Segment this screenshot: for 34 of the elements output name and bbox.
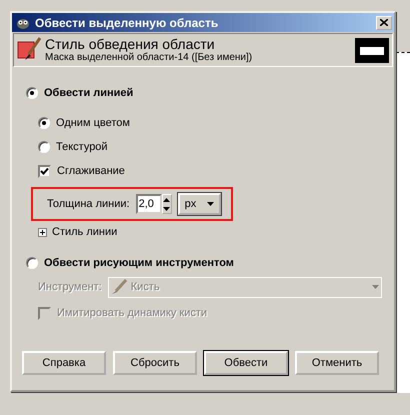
close-icon <box>380 19 388 26</box>
header-subtitle: Маска выделенной области-14 ([Без имени]) <box>45 52 254 64</box>
tool-label: Инструмент: <box>38 281 102 293</box>
line-style-expander[interactable]: Стиль линии <box>38 226 118 238</box>
spin-arrows[interactable] <box>162 194 172 214</box>
line-width-label: Толщина линии: <box>47 198 130 210</box>
radio-button[interactable] <box>38 141 50 153</box>
dialog-button[interactable]: Справка <box>22 351 106 375</box>
unit-dropdown[interactable]: px <box>178 193 221 215</box>
plus-icon <box>38 228 47 236</box>
header-title: Стиль обведения области <box>45 36 216 52</box>
radio-button[interactable] <box>38 117 50 129</box>
brush-icon <box>110 279 127 295</box>
radio-label: Обвести рисующим инструментом <box>44 257 234 269</box>
up-arrow-icon <box>163 198 170 202</box>
radio-button[interactable] <box>26 257 38 269</box>
selection-preview-icon <box>355 38 389 62</box>
dialog-button[interactable]: Обвести <box>204 351 288 375</box>
checkbox-label: Сглаживание <box>57 165 125 177</box>
radio-label: Одним цветом <box>56 117 130 129</box>
caret-icon <box>372 285 379 289</box>
caret-icon <box>206 202 214 206</box>
line-width-field[interactable]: 2,0 <box>136 194 162 214</box>
down-arrow-icon <box>163 206 170 210</box>
radio-label: Обвести линией <box>44 87 134 99</box>
window-title: Обвести выделенную область <box>35 16 220 30</box>
checkbox-label: Имитировать динамику кисти <box>57 307 208 319</box>
close-button[interactable] <box>376 16 392 30</box>
radio-label: Текстурой <box>56 141 108 153</box>
dialog-button[interactable]: Сбросить <box>113 351 197 375</box>
dialog-button[interactable]: Отменить <box>295 351 379 375</box>
radio-button[interactable] <box>26 87 38 99</box>
checkbox[interactable] <box>38 164 51 178</box>
stroke-selection-icon <box>17 37 41 63</box>
